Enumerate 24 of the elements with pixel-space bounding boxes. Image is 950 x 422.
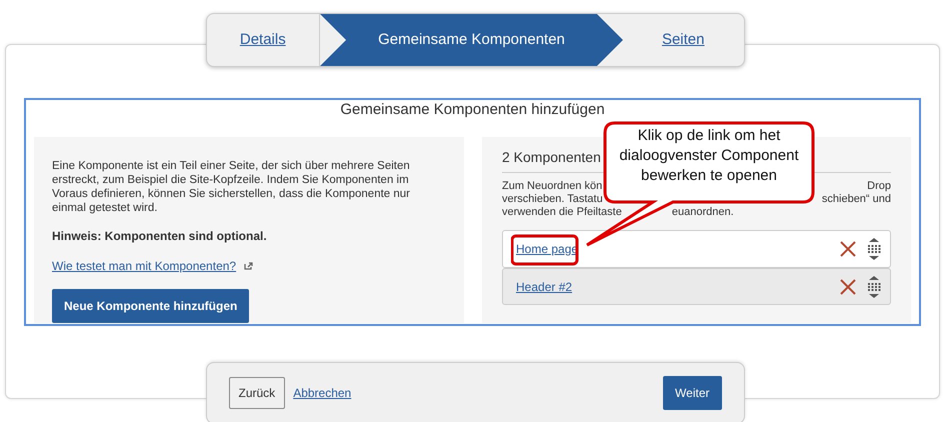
instruction-text: schieben“ und [822,193,891,206]
back-button[interactable]: Zurück [228,377,286,409]
step-tab[interactable]: Seiten [622,14,744,66]
add-component-button[interactable]: Neue Komponente hinzufügen [52,289,250,323]
step-tab[interactable]: Gemeinsame Komponenten [320,14,623,66]
instruction-text: Zum Neuordnen kön [502,180,602,193]
component-row[interactable]: Header #2 [502,268,891,305]
note-text: Hinweis: Komponenten sind optional. [52,228,268,245]
remove-icon[interactable] [840,241,856,257]
external-link-icon [244,262,254,270]
cancel-link[interactable]: Abbrechen [293,384,352,402]
instruction-text: euanordnen. [672,206,734,219]
panel-title: Gemeinsame Komponenten hinzufügen [340,100,605,120]
component-link[interactable]: Header #2 [516,278,572,296]
remove-icon[interactable] [840,278,856,294]
highlight-frame [511,234,578,266]
instruction-text: Drop [867,180,891,193]
drag-handle-icon[interactable] [866,274,882,298]
instruction-text: verschieben. Tastatu [502,193,603,206]
instruction-text: verwenden die Pfeiltaste [502,206,622,219]
next-button[interactable]: Weiter [663,376,722,410]
description-text: Eine Komponente ist ein Teil einer Seite, der sich über mehrere Seiten erstreckt, zum Beispiel die Site-Kopfzeile. Indem Sie Komponenten im Voraus definieren, können Sie sicherstellen, dass die Komponente nur einmal getestet wird. [52,159,412,215]
help-link[interactable]: Wie testet man mit Komponenten? [52,257,236,275]
drag-handle-icon[interactable] [866,237,882,261]
